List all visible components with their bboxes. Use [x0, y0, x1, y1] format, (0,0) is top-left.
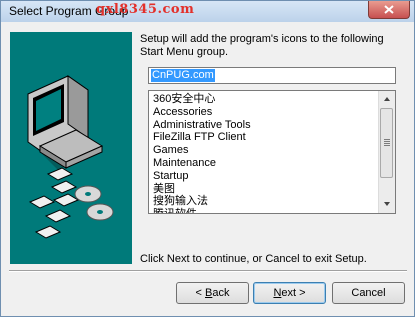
title-bar[interactable]: Select Program Group qxl8345.com [1, 1, 414, 22]
list-item[interactable]: Games [153, 144, 251, 157]
list-item[interactable]: 搜狗输入法 [153, 195, 251, 208]
dialog-body: Setup will add the program's icons to th… [3, 22, 412, 314]
list-items: 360安全中心 Accessories Administrative Tools Fi… [153, 93, 251, 213]
instruction-text: Setup will add the program's icons to th… [140, 33, 384, 58]
vertical-scrollbar[interactable] [378, 91, 395, 213]
continue-hint: Click Next to continue, or Cancel to exi… [140, 253, 367, 265]
program-group-value: CnPUG.com [151, 69, 215, 82]
scroll-up-icon[interactable] [379, 91, 395, 107]
close-icon [384, 5, 394, 14]
back-button[interactable]: < Back [176, 282, 249, 304]
close-button[interactable] [368, 1, 410, 19]
scroll-thumb[interactable] [380, 108, 393, 178]
list-item[interactable]: Accessories [153, 106, 251, 119]
divider [9, 270, 407, 272]
computer-install-illustration [27, 75, 114, 239]
wizard-side-panel [10, 32, 132, 264]
cancel-button[interactable]: Cancel [332, 282, 405, 304]
list-item[interactable]: Maintenance [153, 157, 251, 170]
scroll-down-icon[interactable] [379, 196, 395, 212]
list-item[interactable]: 腾讯软件 [153, 208, 251, 213]
next-button[interactable]: Next > [253, 282, 326, 304]
program-group-list[interactable]: 360安全中心 Accessories Administrative Tools Fi… [148, 90, 396, 214]
list-item[interactable]: 360安全中心 [153, 93, 251, 106]
list-item[interactable]: FileZilla FTP Client [153, 131, 251, 144]
program-group-input[interactable]: CnPUG.com [148, 67, 396, 84]
list-item[interactable]: Administrative Tools [153, 119, 251, 132]
watermark-text: qxl8345.com [96, 2, 195, 17]
list-item[interactable]: Startup [153, 170, 251, 183]
setup-window: Select Program Group qxl8345.com Setup w… [0, 0, 415, 317]
list-item[interactable]: 美图 [153, 183, 251, 196]
